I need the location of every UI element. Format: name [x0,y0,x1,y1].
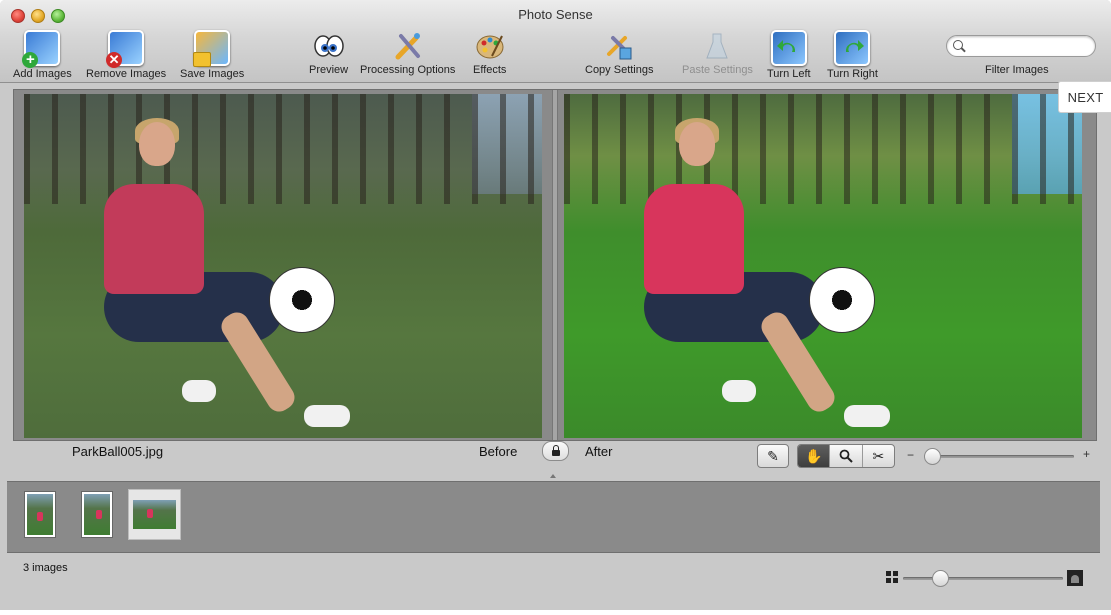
after-label: After [585,444,613,459]
palette-icon [474,30,506,62]
rotate-right-icon [834,30,871,66]
next-button[interactable]: NEXT [1058,81,1111,113]
preview-label: Preview [309,64,349,76]
image-count-status: 3 images [23,562,68,574]
remove-image-icon: ✕ [106,30,145,68]
app-window: Photo Sense + Add Images ✕ Remove Images… [0,0,1111,610]
before-after-preview[interactable] [13,89,1097,441]
image-filename: ParkBall005.jpg [72,444,164,459]
pencil-tool-button[interactable]: ✎ [758,445,788,467]
remove-images-label: Remove Images [86,68,167,80]
subject [644,118,890,427]
save-images-button[interactable]: Save Images [180,30,244,80]
crop-tool-button[interactable]: ✂ [863,445,894,467]
zoom-slider-track[interactable] [924,455,1074,458]
turn-right-button[interactable]: Turn Right [827,30,878,80]
filter-images-input[interactable] [967,38,1091,55]
before-label: Before [479,444,518,459]
small-thumbnails-icon[interactable] [886,571,898,583]
zoom-out-icon[interactable]: − [907,448,914,462]
lock-icon [551,444,560,456]
zoom-in-icon[interactable]: + [1083,447,1090,461]
thumbnail-size-slider-thumb[interactable] [932,570,949,587]
edit-tool-group: ✎ [757,444,789,468]
zoom-tool-button[interactable] [830,445,863,467]
magic-wand-icon [392,30,424,62]
turn-right-label: Turn Right [827,68,878,80]
thumbnail-selected[interactable] [128,489,181,540]
split-divider[interactable] [552,90,558,440]
soccer-ball [269,267,335,333]
zoom-slider-thumb[interactable] [924,448,941,465]
before-photo[interactable] [24,94,542,438]
rotate-left-icon [770,30,807,66]
processing-options-button[interactable]: Processing Options [360,30,455,76]
after-photo[interactable] [564,94,1082,438]
scissors-icon: ✂ [872,447,885,464]
thumbnail-strip[interactable] [7,481,1100,553]
effects-label: Effects [473,64,507,76]
preview-button[interactable]: Preview [309,30,348,76]
copy-settings-label: Copy Settings [585,64,654,76]
copy-settings-button[interactable]: Copy Settings [585,30,653,76]
turn-left-button[interactable]: Turn Left [767,30,811,80]
add-images-button[interactable]: + Add Images [13,30,72,80]
filter-images-label: Filter Images [985,64,1049,76]
splitter-handle[interactable] [550,472,556,478]
subject [104,118,350,427]
lock-split-button[interactable] [542,441,569,461]
processing-options-label: Processing Options [360,64,456,76]
search-icon [953,40,963,50]
save-image-icon [193,30,231,67]
paste-settings-button[interactable]: Paste Settings [682,30,753,76]
soccer-ball [809,267,875,333]
paste-settings-icon [701,30,733,62]
pencil-icon: ✎ [767,447,779,464]
toolbar: Photo Sense + Add Images ✕ Remove Images… [0,0,1111,83]
thumbnail[interactable] [24,491,56,538]
add-image-icon: + [22,30,61,68]
view-tool-group: ✋ ✂ [797,444,895,468]
copy-settings-icon [603,30,635,62]
effects-button[interactable]: Effects [473,30,506,76]
large-thumbnails-icon[interactable] [1067,570,1083,586]
paste-settings-label: Paste Settings [682,64,753,76]
add-images-label: Add Images [13,68,72,80]
thumbnail-size-slider-track[interactable] [903,577,1063,580]
turn-left-label: Turn Left [767,68,811,80]
hand-icon: ✋ [804,447,823,464]
eyes-icon [313,30,345,62]
hand-tool-button[interactable]: ✋ [798,445,831,467]
save-images-label: Save Images [180,68,245,80]
remove-images-button[interactable]: ✕ Remove Images [86,30,166,80]
window-title: Photo Sense [518,7,593,22]
thumbnail[interactable] [81,491,113,538]
magnifier-icon [839,449,853,463]
filter-images-search-field[interactable] [946,35,1096,57]
